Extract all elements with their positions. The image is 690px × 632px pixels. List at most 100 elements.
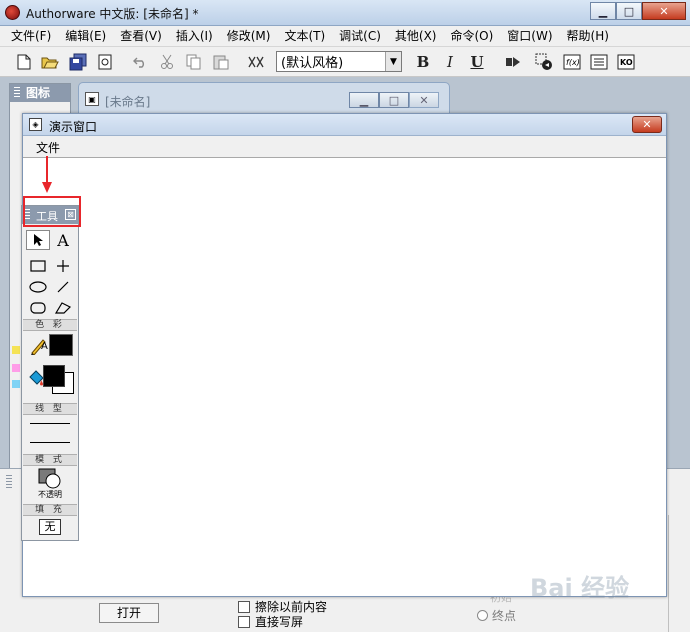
save-all-icon[interactable] [68,52,88,72]
paste-icon[interactable] [211,52,231,72]
line-style-section-label: 线 型 [23,403,77,415]
pointer-icon [34,234,43,246]
grip-handle[interactable] [25,209,30,221]
line-color-swatch[interactable] [49,334,73,356]
endpoint-label: 终点 [492,609,517,623]
line-color-tool[interactable]: A [24,336,52,356]
style-select[interactable]: (默认风格) ▼ [276,51,402,72]
open-icon[interactable] [40,52,60,72]
rectangle-tool[interactable] [26,256,50,276]
flowline-minimize-button[interactable]: ▁ [349,92,379,108]
polygon-icon [54,302,72,314]
rounded-rectangle-icon [30,302,46,314]
crosshair-tool[interactable] [51,256,75,276]
menu-debug[interactable]: 调试(C) [332,26,388,46]
opacity-label: 不透明 [38,490,62,499]
variables-icon[interactable] [589,52,609,72]
erase-previous-checkbox[interactable] [238,600,250,613]
knowledge-objects-icon[interactable]: KO [616,52,636,72]
tools-header[interactable]: 工具 ⊠ [22,206,78,224]
tools-palette: 工具 ⊠ A 色 彩 A 线 型 模 式 不透明 填 充 无 [21,205,79,541]
tools-title: 工具 [36,210,58,223]
pointer-tool[interactable] [26,230,50,250]
open-button[interactable]: 打开 [99,603,159,623]
chevron-down-icon[interactable]: ▼ [385,52,401,71]
maximize-button[interactable]: □ [616,2,642,20]
menu-help[interactable]: 帮助(H) [560,26,616,46]
menu-commands[interactable]: 命令(O) [443,26,500,46]
app-title: Authorware 中文版: [未命名] * [26,7,199,21]
ellipse-tool[interactable] [26,277,50,297]
rounded-rectangle-tool[interactable] [26,298,50,318]
menu-insert[interactable]: 插入(I) [169,26,220,46]
menu-text[interactable]: 文本(T) [277,26,332,46]
presentation-canvas[interactable] [23,158,666,596]
scrollbar[interactable] [668,515,690,632]
presentation-window-icon: ◈ [29,118,42,131]
line-style-arrow[interactable] [30,442,70,443]
menu-view[interactable]: 查看(V) [113,26,169,46]
undo-icon[interactable] [130,52,150,72]
menu-edit[interactable]: 编辑(E) [58,26,113,46]
direct-write-checkbox-row[interactable]: 直接写屏 [238,613,303,630]
app-titlebar: Authorware 中文版: [未命名] * ▁ □ ✕ [0,0,690,26]
baidu-watermark: Bai 经验 [530,574,630,602]
palette-swatch[interactable] [12,364,20,372]
diagonal-line-icon [57,281,69,293]
authorware-logo-icon [5,5,20,20]
find-icon[interactable] [246,52,266,72]
flowline-maximize-button[interactable]: □ [379,92,409,108]
endpoint-radio-button[interactable] [477,610,488,621]
functions-icon[interactable]: f(x) [562,52,582,72]
underline-button[interactable]: U [467,52,487,72]
presentation-close-button[interactable]: ✕ [632,116,662,133]
fill-none-button[interactable]: 无 [39,519,61,535]
color-section-label: 色 彩 [23,319,77,331]
foreground-color-swatch[interactable] [43,365,65,387]
menu-file[interactable]: 文件(F) [4,26,58,46]
pencil-text-label: A [41,341,48,352]
text-tool[interactable]: A [51,230,75,250]
flowline-window-title: [未命名] [105,95,151,109]
presentation-titlebar[interactable]: ◈ 演示窗口 ✕ [23,114,666,136]
palette-swatch[interactable] [12,380,20,388]
menubar: 文件(F) 编辑(E) 查看(V) 插入(I) 修改(M) 文本(T) 调试(C… [0,26,690,47]
cut-icon[interactable] [157,52,177,72]
direct-write-label: 直接写屏 [255,615,304,629]
menu-window[interactable]: 窗口(W) [500,26,559,46]
line-tool[interactable] [51,277,75,297]
flowline-close-button[interactable]: ✕ [409,92,439,108]
mode-section-label: 模 式 [23,454,77,466]
menu-modify[interactable]: 修改(M) [220,26,278,46]
menu-other[interactable]: 其他(X) [388,26,444,46]
presentation-title: 演示窗口 [49,120,98,134]
endpoint-radio[interactable]: 终点 [477,607,516,624]
svg-text:KO: KO [620,58,633,67]
tools-close-icon[interactable]: ⊠ [65,209,76,220]
run-icon[interactable] [503,52,523,72]
ellipse-icon [29,281,47,293]
line-style-thin[interactable] [30,423,70,424]
presentation-menubar: 文件 [23,136,666,158]
icon-palette-header: 图标 [10,84,70,102]
control-panel-icon[interactable] [534,52,554,72]
flowline-window-icon: ▣ [85,92,99,106]
mode-opaque-tool[interactable] [36,468,64,490]
crosshair-icon [57,260,69,272]
palette-swatch[interactable] [12,346,20,354]
grip-handle[interactable] [6,475,12,489]
direct-write-checkbox[interactable] [238,615,250,628]
copy-icon[interactable] [184,52,204,72]
minimize-button[interactable]: ▁ [590,2,616,20]
annotation-arrow-icon [42,156,52,193]
rectangle-icon [30,260,46,272]
italic-button[interactable]: I [440,52,460,72]
mode-opaque-icon [38,468,61,489]
bold-button[interactable]: B [413,52,433,72]
new-icon[interactable] [14,52,34,72]
presentation-menu-file[interactable]: 文件 [36,139,60,156]
toolbar: (默认风格) ▼ B I U f(x) KO [0,47,690,77]
close-button[interactable]: ✕ [642,2,686,20]
import-icon[interactable] [96,52,116,72]
polygon-tool[interactable] [51,298,75,318]
